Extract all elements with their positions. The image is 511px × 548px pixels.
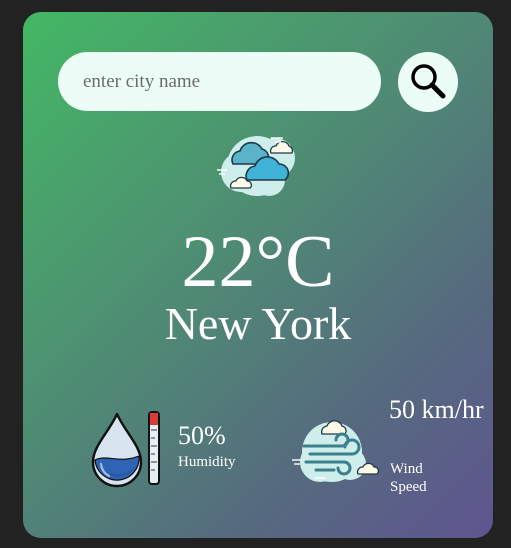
- city-name: New York: [164, 298, 352, 349]
- temperature-value: 22°C: [181, 221, 335, 303]
- partly-cloudy-icon: [217, 136, 295, 196]
- wind-speed-value: 50 km/hr: [389, 395, 484, 424]
- wind-speed-label: Wind Speed: [390, 461, 427, 495]
- humidity-label: Humidity: [178, 454, 236, 470]
- search-icon: [411, 64, 446, 99]
- humidity-value: 50%: [178, 421, 226, 450]
- wind-icon: [292, 420, 379, 482]
- search-button[interactable]: [398, 52, 458, 112]
- weather-card: 22°C New York 50% Humidity: [23, 12, 493, 538]
- humidity-icon: [91, 411, 160, 488]
- search-input[interactable]: [58, 52, 381, 111]
